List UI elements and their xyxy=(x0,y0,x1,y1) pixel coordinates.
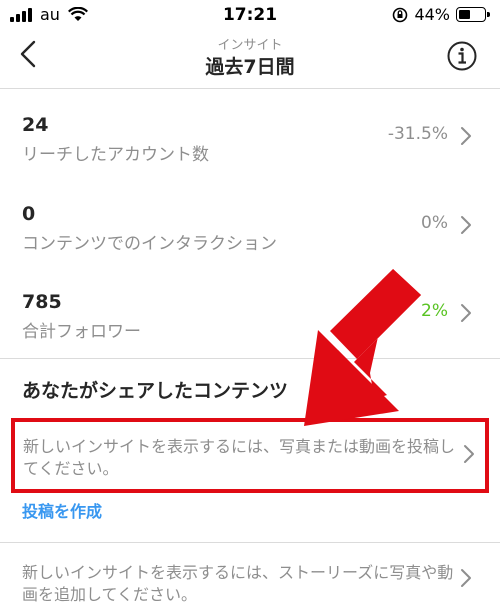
stories-insight-row[interactable]: 新しいインサイトを表示するには、ストーリーズに写真や動画を追加してください。 xyxy=(0,558,500,616)
metric-row-reach[interactable]: 24 リーチしたアカウント数 -31.5% xyxy=(0,114,500,184)
chevron-right-icon xyxy=(461,216,471,234)
posts-insight-row[interactable]: 新しいインサイトを表示するには、写真または動画を投稿してください。 xyxy=(11,418,489,493)
metric-row-interactions[interactable]: 0 コンテンツでのインタラクション 0% xyxy=(0,203,500,273)
metric-label: 合計フォロワー xyxy=(22,322,141,342)
metric-label: コンテンツでのインタラクション xyxy=(22,234,277,254)
create-post-link[interactable]: 投稿を作成 xyxy=(22,498,102,522)
page-subtitle: インサイト xyxy=(217,38,283,53)
section-divider xyxy=(0,358,500,359)
status-bar: au 17:21 44% xyxy=(0,0,500,30)
metric-row-followers[interactable]: 785 合計フォロワー 2% xyxy=(0,291,500,361)
chevron-right-icon xyxy=(461,127,471,145)
metric-label: リーチしたアカウント数 xyxy=(22,145,209,165)
insights-screen: au 17:21 44% インサイト 過去7日間 24 リーチしたアカウント数 … xyxy=(0,0,500,616)
status-right: 44% xyxy=(392,5,490,24)
nav-header: インサイト 過去7日間 xyxy=(0,30,500,82)
section-divider xyxy=(0,542,500,543)
orientation-lock-icon xyxy=(393,7,408,22)
metric-value: 0 xyxy=(22,203,36,225)
metric-value: 785 xyxy=(22,291,62,313)
chevron-right-icon xyxy=(461,569,471,587)
section-title: あなたがシェアしたコンテンツ xyxy=(22,380,289,402)
chevron-right-icon xyxy=(461,304,471,322)
metric-value: 24 xyxy=(22,114,49,136)
info-icon[interactable] xyxy=(446,40,478,72)
chevron-right-icon xyxy=(464,445,474,463)
stories-insight-message: 新しいインサイトを表示するには、ストーリーズに写真や動画を追加してください。 xyxy=(22,563,454,604)
page-title: 過去7日間 xyxy=(205,56,295,78)
battery-percent: 44% xyxy=(414,5,450,24)
metric-change: 2% xyxy=(421,301,448,321)
metric-change: -31.5% xyxy=(387,124,448,144)
header-divider xyxy=(0,88,500,89)
battery-icon xyxy=(456,7,490,22)
posts-insight-message: 新しいインサイトを表示するには、写真または動画を投稿してください。 xyxy=(23,437,456,478)
metric-change: 0% xyxy=(421,213,448,233)
